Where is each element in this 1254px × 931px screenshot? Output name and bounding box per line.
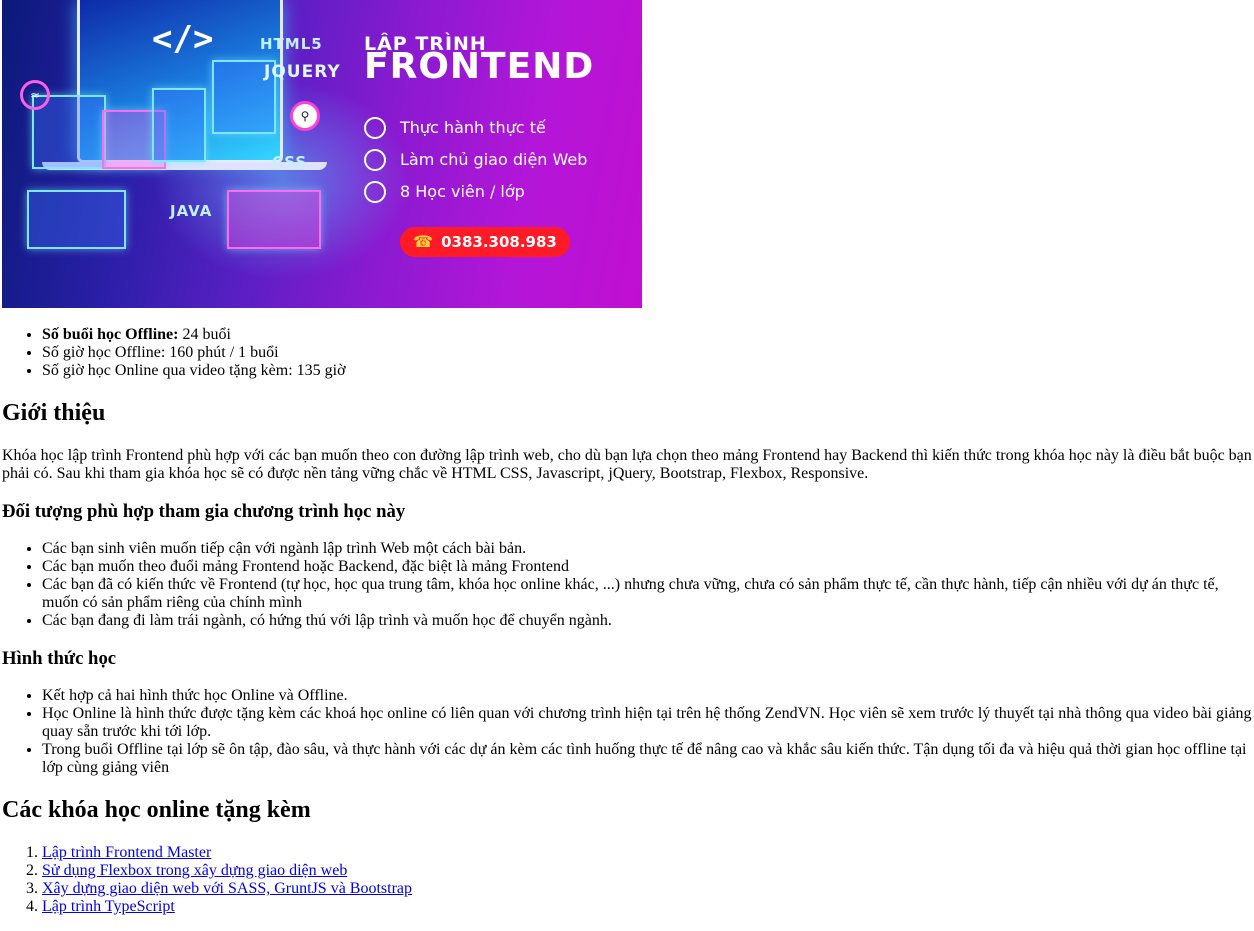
list-item: Xây dựng giao diện web với SASS, GruntJS… [42, 880, 1252, 898]
phone-number: 0383.308.983 [441, 233, 557, 251]
phone-icon: ☎ [413, 232, 434, 251]
students-icon [364, 181, 386, 203]
page: </> HTML5 JQUERY CSS JAVA ⚲ ≈ LẬP TRÌNH … [0, 0, 1254, 916]
tech-label-html5: HTML5 [260, 35, 323, 53]
wifi-icon: ≈ [20, 80, 50, 110]
tech-label-css: CSS [272, 153, 308, 171]
list-item: Các bạn sinh viên muốn tiếp cận với ngàn… [42, 540, 1252, 558]
list-item: Số giờ học Offline: 160 phút / 1 buổi [42, 344, 1252, 362]
format-heading: Hình thức học [2, 648, 117, 669]
list-item: Các bạn đang đi làm trái ngành, có hứng … [42, 612, 1252, 630]
code-glyph: </> [152, 19, 214, 59]
ui-panel-bottom-right [227, 190, 321, 249]
course-link-typescript[interactable]: Lập trình TypeScript [42, 898, 175, 915]
bonus-courses-list: Lập trình Frontend Master Sử dụng Flexbo… [2, 844, 1252, 916]
ui-panel-bottom-left [27, 190, 126, 249]
list-item: Số giờ học Online qua video tặng kèm: 13… [42, 362, 1252, 380]
list-item: Trong buổi Offline tại lớp sẽ ôn tập, đà… [42, 741, 1252, 777]
list-item: Lập trình TypeScript [42, 898, 1252, 916]
bonus-courses-heading: Các khóa học online tặng kèm [2, 797, 311, 823]
list-item: Các bạn đã có kiến thức về Frontend (tự … [42, 576, 1252, 612]
banner-feature-web: Làm chủ giao diện Web [364, 149, 587, 171]
banner-feature-students: 8 Học viên / lớp [364, 181, 525, 203]
banner-title-line2: FRONTEND [364, 46, 595, 87]
list-item: Số buổi học Offline: 24 buổi [42, 326, 1252, 344]
course-info-list: Số buổi học Offline: 24 buổi Số giờ học … [2, 326, 1252, 380]
info-label: Số buổi học Offline: [42, 326, 179, 343]
banner-feature-label: Làm chủ giao diện Web [400, 150, 588, 169]
tech-label-jquery: JQUERY [264, 62, 341, 82]
tech-label-java: JAVA [170, 202, 213, 220]
course-link-frontend-master[interactable]: Lập trình Frontend Master [42, 844, 211, 861]
banner-feature-label: Thực hành thực tế [400, 118, 546, 137]
search-icon: ⚲ [290, 101, 320, 131]
list-item: Các bạn muốn theo đuổi mảng Frontend hoặ… [42, 558, 1252, 576]
intro-heading: Giới thiệu [2, 400, 106, 426]
info-value: 24 buổi [178, 326, 231, 343]
banner-feature-label: 8 Học viên / lớp [400, 182, 525, 201]
course-banner: </> HTML5 JQUERY CSS JAVA ⚲ ≈ LẬP TRÌNH … [2, 0, 642, 308]
web-layout-icon [364, 149, 386, 171]
banner-feature-practice: Thực hành thực tế [364, 117, 546, 139]
audience-heading: Đối tượng phù hợp tham gia chương trình … [2, 501, 406, 522]
list-item: Kết hợp cả hai hình thức học Online và O… [42, 687, 1252, 705]
course-link-sass-gruntjs-bootstrap[interactable]: Xây dựng giao diện web với SASS, GruntJS… [42, 880, 412, 897]
ui-panel-center [152, 88, 206, 162]
intro-paragraph: Khóa học lập trình Frontend phù hợp với … [2, 447, 1252, 482]
code-icon [364, 117, 386, 139]
format-list: Kết hợp cả hai hình thức học Online và O… [2, 687, 1252, 777]
list-item: Học Online là hình thức được tặng kèm cá… [42, 705, 1252, 741]
audience-list: Các bạn sinh viên muốn tiếp cận với ngàn… [2, 540, 1252, 630]
course-link-flexbox[interactable]: Sử dụng Flexbox trong xây dựng giao diện… [42, 862, 347, 879]
list-item: Lập trình Frontend Master [42, 844, 1252, 862]
phone-button[interactable]: ☎ 0383.308.983 [400, 227, 570, 257]
list-item: Sử dụng Flexbox trong xây dựng giao diện… [42, 862, 1252, 880]
